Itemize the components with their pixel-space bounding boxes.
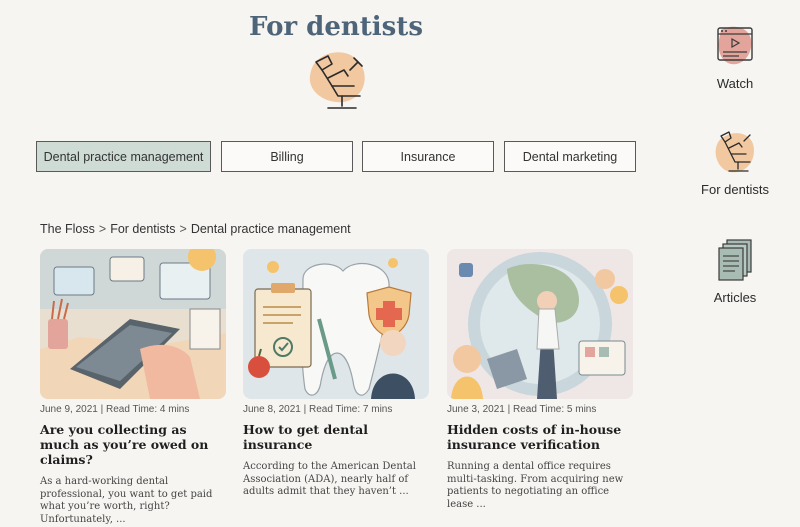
- article-card[interactable]: June 9, 2021 | Read Time: 4 mins Are you…: [40, 249, 226, 526]
- breadcrumb-home-link[interactable]: The Floss: [40, 222, 95, 236]
- article-image-dental-insurance[interactable]: [243, 249, 429, 399]
- sidebar-item-for-dentists[interactable]: For dentists: [680, 126, 790, 197]
- article-excerpt: According to the American Dental Associa…: [243, 461, 416, 497]
- article-image-insurance-verification[interactable]: [447, 249, 633, 399]
- article-excerpt: As a hard-working dental professional, y…: [40, 476, 213, 525]
- video-player-icon: [717, 26, 753, 65]
- breadcrumb: The Floss > For dentists > Dental practi…: [40, 222, 351, 236]
- article-card[interactable]: June 8, 2021 | Read Time: 7 mins How to …: [243, 249, 429, 499]
- dental-chair-icon: [715, 131, 754, 173]
- sidebar-item-watch[interactable]: Watch: [680, 22, 790, 91]
- article-meta: June 8, 2021 | Read Time: 7 mins: [243, 404, 393, 415]
- page-title: For dentists: [249, 12, 423, 42]
- sidebar-item-articles[interactable]: Articles: [680, 238, 790, 305]
- sidebar-item-label: Watch: [716, 76, 754, 91]
- article-title[interactable]: How to get dental insurance: [243, 422, 429, 452]
- documents-icon: [718, 239, 752, 281]
- breadcrumb-for-dentists-link[interactable]: For dentists: [110, 222, 175, 236]
- article-meta: June 3, 2021 | Read Time: 5 mins: [447, 404, 597, 415]
- tab-insurance[interactable]: Insurance: [362, 141, 494, 172]
- sidebar-item-label: Articles: [713, 290, 757, 305]
- sidebar-item-label: For dentists: [701, 182, 769, 197]
- dental-chair-icon: [309, 52, 365, 109]
- article-title[interactable]: Are you collecting as much as you’re owe…: [40, 422, 226, 467]
- article-image-claims[interactable]: [40, 249, 226, 399]
- article-title[interactable]: Hidden costs of in-house insurance verif…: [447, 422, 633, 452]
- article-meta: June 9, 2021 | Read Time: 4 mins: [40, 404, 190, 415]
- tab-dental-practice-management[interactable]: Dental practice management: [36, 141, 211, 172]
- article-card[interactable]: June 3, 2021 | Read Time: 5 mins Hidden …: [447, 249, 633, 511]
- tab-billing[interactable]: Billing: [221, 141, 353, 172]
- breadcrumb-separator: >: [179, 222, 187, 236]
- tab-dental-marketing[interactable]: Dental marketing: [504, 141, 636, 172]
- article-excerpt: Running a dental office requires multi-t…: [447, 461, 624, 510]
- breadcrumb-current: Dental practice management: [190, 222, 351, 236]
- breadcrumb-separator: >: [98, 222, 107, 236]
